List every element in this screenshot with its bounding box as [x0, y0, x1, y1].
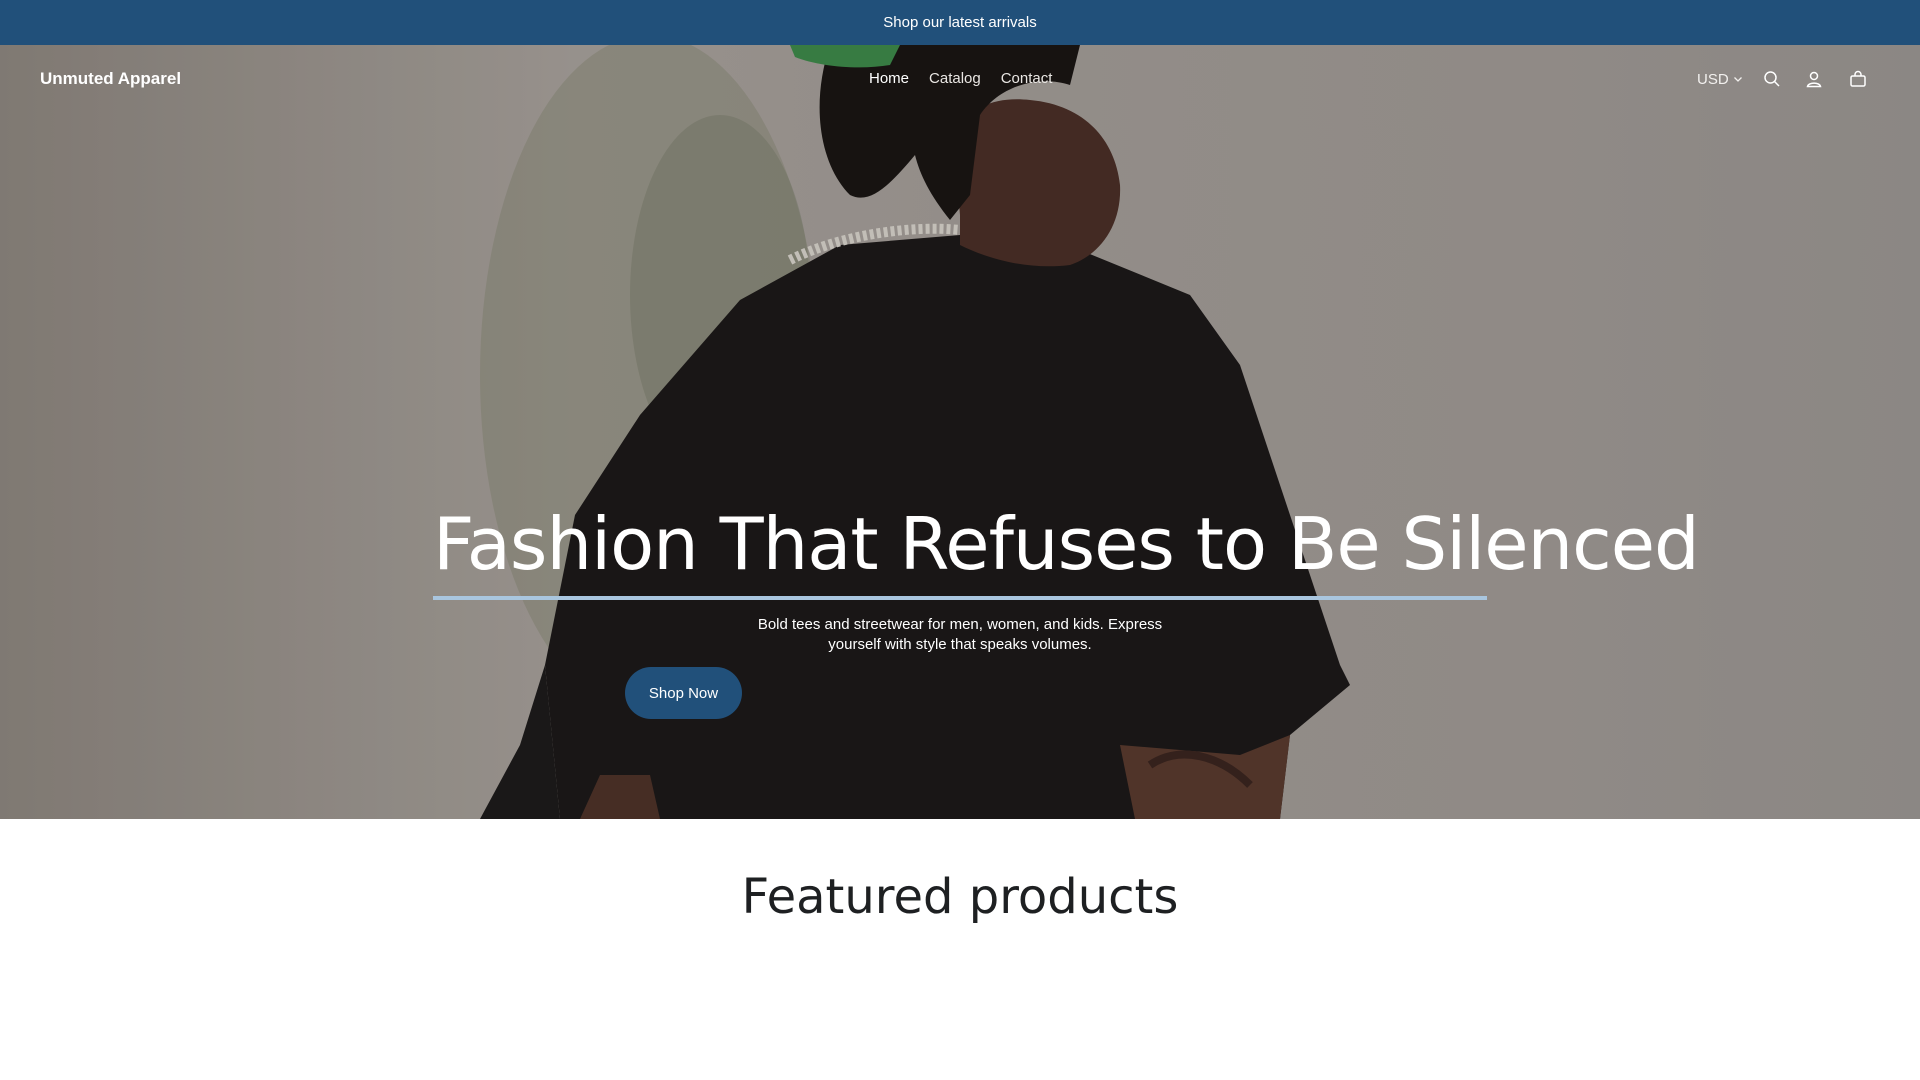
shop-now-button[interactable]: Shop Now [625, 667, 742, 719]
shop-now-label: Shop Now [648, 684, 719, 702]
hero-content: Fashion That Refuses to Be Silenced Bold… [0, 45, 1920, 819]
announcement-bar[interactable]: Shop our latest arrivals [0, 0, 1920, 45]
featured-section: Featured products [0, 819, 1920, 1080]
announcement-text[interactable]: Shop our latest arrivals [883, 14, 1036, 31]
hero-headline: Fashion That Refuses to Be Silenced [433, 502, 1700, 586]
hero-subtext: Bold tees and streetwear for men, women,… [757, 616, 1163, 653]
featured-title: Featured products [741, 869, 1179, 925]
headline-underline [433, 596, 1487, 600]
